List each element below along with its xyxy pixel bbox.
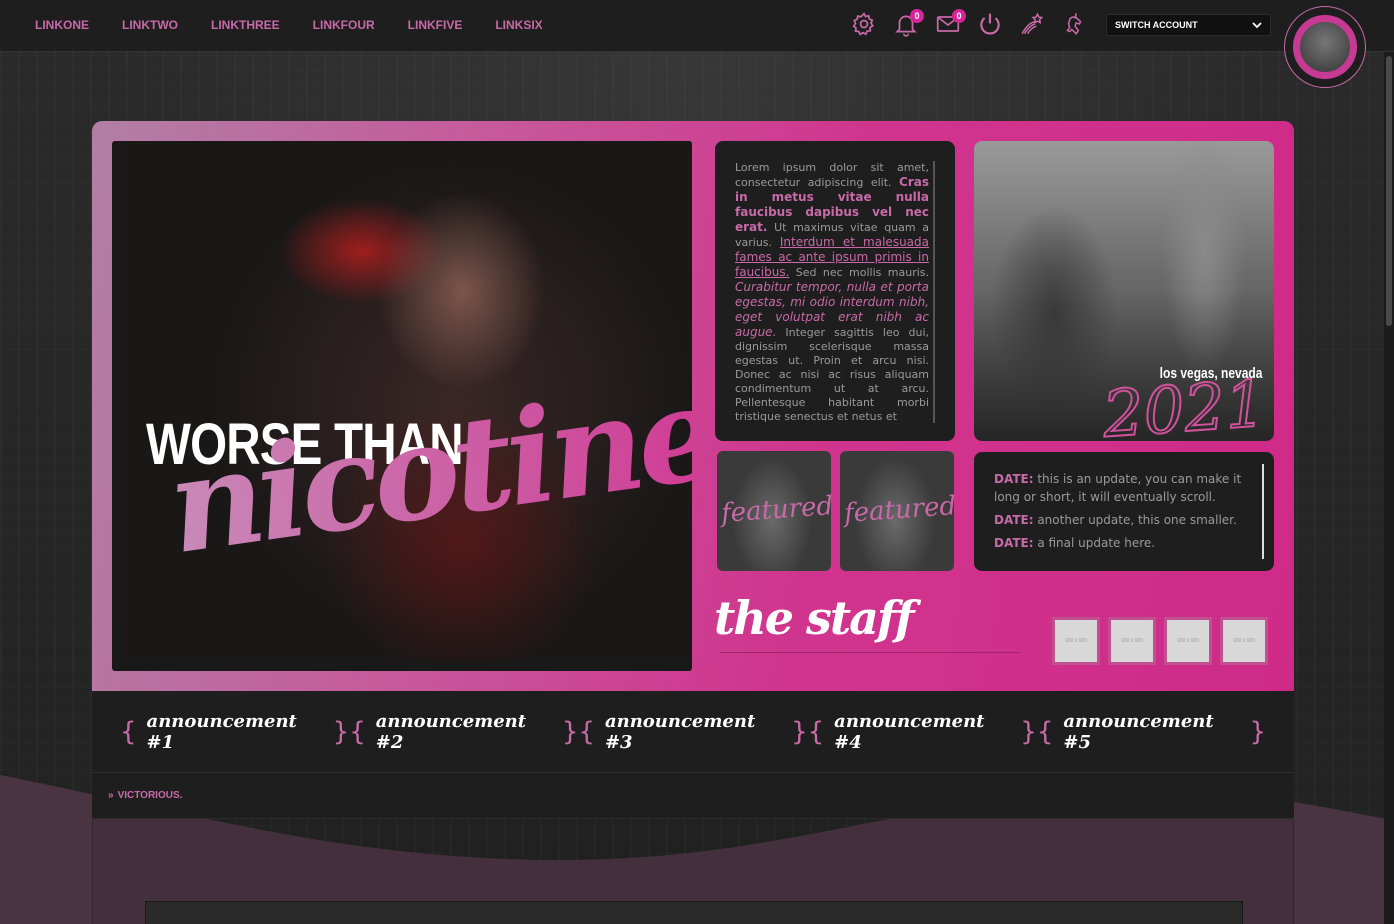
update-date-label: DATE: <box>994 513 1034 527</box>
brace-close: } <box>1020 716 1037 747</box>
unicorn-button[interactable] <box>1060 8 1088 40</box>
unicorn-icon <box>1066 13 1082 35</box>
breadcrumb-current[interactable]: VICTORIOUS. <box>118 790 183 801</box>
main-nav: LINKONE LINKTWO LINKTHREE LINKFOUR LINKF… <box>35 0 543 50</box>
intro-text-p4: Integer sagittis leo dui, dignissim scel… <box>735 326 929 423</box>
brace-close: } <box>561 716 579 747</box>
brace-close: } <box>1249 716 1267 747</box>
update-item: DATE: another update, this one smaller. <box>994 511 1254 529</box>
location-image: 2021 los vegas, nevada <box>974 141 1274 441</box>
hero-image: WORSE THAN nicotine <box>112 141 692 671</box>
announcement-4[interactable]: { announcement #4 } <box>808 711 1037 753</box>
announcement-label: announcement #2 <box>375 710 527 753</box>
power-icon <box>980 13 1000 35</box>
update-item: DATE: a final update here. <box>994 534 1254 552</box>
featured-card-1[interactable]: featured <box>717 451 831 571</box>
forum-panel <box>145 901 1243 924</box>
brace-open: { <box>1036 716 1054 747</box>
chevron-down-icon <box>1252 22 1262 29</box>
messages-badge: 0 <box>952 9 966 23</box>
intro-text-scrollbar[interactable] <box>933 161 935 423</box>
settings-button[interactable] <box>850 8 878 40</box>
header-banner: WORSE THAN nicotine Lorem ipsum dolor si… <box>92 121 1294 691</box>
page-scrollbar[interactable] <box>1384 52 1394 924</box>
user-avatar-button[interactable] <box>1284 6 1366 88</box>
staff-avatar-placeholder: 100 x 100 <box>1177 638 1199 644</box>
update-date-label: DATE: <box>994 472 1034 486</box>
notifications-button[interactable]: 0 <box>892 8 924 40</box>
announcement-label: announcement #3 <box>604 710 756 753</box>
logout-button[interactable] <box>976 8 1004 40</box>
updates-box: DATE: this is an update, you can make it… <box>974 452 1274 571</box>
staff-list: 100 x 100 100 x 100 100 x 100 100 x 100 <box>1052 617 1268 665</box>
announcement-1[interactable]: { announcement #1 } <box>120 711 349 753</box>
shooting-star-button[interactable] <box>1018 8 1046 40</box>
breadcrumb: » VICTORIOUS. <box>92 773 1294 819</box>
featured-card-2[interactable]: featured <box>840 451 954 571</box>
location-caption: los vegas, nevada <box>1159 365 1262 382</box>
announcement-3[interactable]: { announcement #3 } <box>578 711 807 753</box>
staff-avatar-1[interactable]: 100 x 100 <box>1052 617 1100 665</box>
intro-text-p3: Sed nec mollis mauris. <box>795 266 929 279</box>
intro-text: Lorem ipsum dolor sit amet, consectetur … <box>735 161 929 423</box>
staff-avatar-placeholder: 100 x 100 <box>1121 638 1143 644</box>
staff-avatar-3[interactable]: 100 x 100 <box>1164 617 1212 665</box>
featured-label: featured <box>720 491 831 529</box>
staff-avatar-2[interactable]: 100 x 100 <box>1108 617 1156 665</box>
staff-avatar-placeholder: 100 x 100 <box>1233 638 1255 644</box>
staff-title: the staff <box>714 591 915 645</box>
featured-label: featured <box>843 491 954 529</box>
update-item: DATE: this is an update, you can make it… <box>994 470 1254 506</box>
brace-open: { <box>578 716 595 747</box>
nav-link-four[interactable]: LINKFOUR <box>313 18 375 32</box>
announcements-bar: { announcement #1 } { announcement #2 } … <box>92 691 1294 773</box>
nav-link-six[interactable]: LINKSIX <box>495 18 542 32</box>
avatar <box>1293 15 1357 79</box>
user-toolbar: 0 0 <box>850 8 1088 40</box>
brace-close: } <box>791 716 808 747</box>
breadcrumb-arrow: » <box>108 790 114 801</box>
announcement-label: announcement #4 <box>834 710 985 753</box>
announcement-label: announcement #1 <box>146 710 297 753</box>
announcement-5[interactable]: { announcement #5 } <box>1037 711 1266 753</box>
top-navigation-bar: LINKONE LINKTWO LINKTHREE LINKFOUR LINKF… <box>0 0 1394 88</box>
switch-account-select[interactable]: SWITCH ACCOUNT <box>1106 14 1271 36</box>
notifications-badge: 0 <box>910 9 924 23</box>
update-text: a final update here. <box>1037 536 1156 550</box>
gear-icon <box>852 12 874 36</box>
updates-scrollbar[interactable] <box>1262 464 1264 559</box>
intro-text-box: Lorem ipsum dolor sit amet, consectetur … <box>715 141 955 441</box>
update-text: another update, this one smaller. <box>1037 513 1237 527</box>
brace-close: } <box>332 716 350 747</box>
announcement-label: announcement #5 <box>1063 710 1214 753</box>
announcement-2[interactable]: { announcement #2 } <box>349 711 578 753</box>
nav-link-two[interactable]: LINKTWO <box>122 18 178 32</box>
messages-button[interactable]: 0 <box>934 8 966 40</box>
content-area <box>92 819 1294 924</box>
update-date-label: DATE: <box>994 536 1034 550</box>
staff-avatar-placeholder: 100 x 100 <box>1065 638 1087 644</box>
brace-open: { <box>349 716 366 747</box>
nav-link-one[interactable]: LINKONE <box>35 18 89 32</box>
nav-link-three[interactable]: LINKTHREE <box>211 18 280 32</box>
brace-open: { <box>120 716 137 747</box>
page-scrollbar-thumb[interactable] <box>1386 56 1392 326</box>
nav-link-five[interactable]: LINKFIVE <box>408 18 463 32</box>
shooting-star-icon <box>1021 12 1044 35</box>
brace-open: { <box>807 716 825 747</box>
switch-account-label: SWITCH ACCOUNT <box>1115 20 1198 30</box>
staff-divider <box>720 652 1020 653</box>
staff-avatar-4[interactable]: 100 x 100 <box>1220 617 1268 665</box>
